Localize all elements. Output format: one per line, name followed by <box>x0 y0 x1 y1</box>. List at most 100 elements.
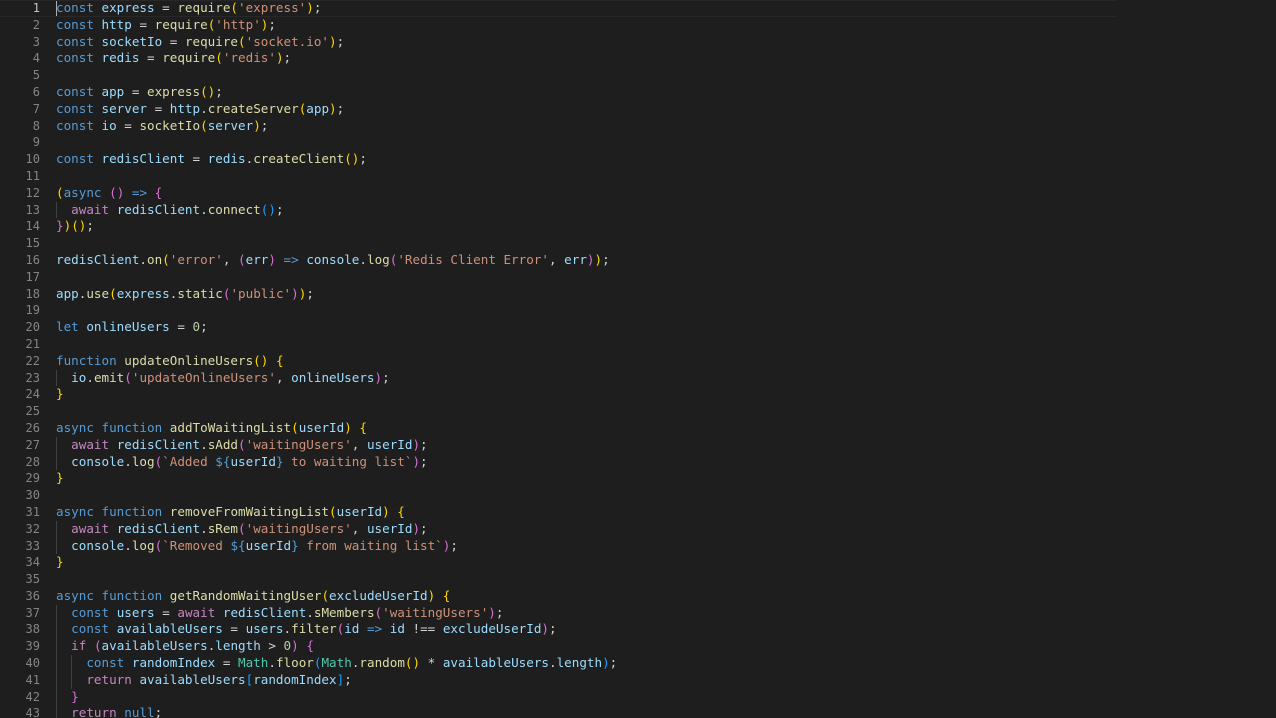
code-token: } <box>56 470 64 486</box>
code-line[interactable]: const express = require('express'); <box>56 0 617 17</box>
code-token: 0 <box>192 319 201 335</box>
code-token: , <box>222 251 239 267</box>
code-line[interactable]: const socketIo = require('socket.io'); <box>56 34 617 51</box>
code-line[interactable]: await redisClient.sAdd('waitingUsers', u… <box>56 436 617 454</box>
code-token: userId <box>366 520 413 536</box>
code-token: ; <box>336 33 345 49</box>
code-token: ${ <box>215 453 231 469</box>
line-number: 20 <box>25 320 40 335</box>
line-number: 5 <box>32 68 40 83</box>
code-line[interactable]: } <box>56 386 617 403</box>
code-token: excludeUserId <box>442 621 542 637</box>
code-line[interactable]: const redis = require('redis'); <box>56 50 617 67</box>
code-token: ; <box>359 151 367 167</box>
code-line[interactable]: async function addToWaitingList(userId) … <box>56 420 617 437</box>
code-token: { <box>154 184 163 200</box>
line-number-gutter[interactable]: 1 2 3 4 5 6 7 8 9 10 11 12 13 14 15 16 17 18 19 20 21 22 23 24 2… <box>0 0 40 718</box>
code-line[interactable]: } <box>56 688 617 706</box>
code-line[interactable]: const randomIndex = Math.floor(Math.rand… <box>56 655 617 672</box>
code-token: () <box>260 201 276 217</box>
code-line[interactable]: const server = http.createServer(app); <box>56 101 617 118</box>
code-line[interactable] <box>56 336 617 353</box>
code-line[interactable] <box>56 487 617 504</box>
code-line[interactable]: app.use(express.static('public')); <box>56 286 617 303</box>
code-line[interactable] <box>56 235 617 252</box>
code-token: ; <box>609 655 618 671</box>
code-line[interactable]: const app = express(); <box>56 84 617 101</box>
code-token: ) <box>344 419 352 435</box>
code-line[interactable] <box>56 571 617 588</box>
code-line[interactable]: if (availableUsers.length > 0) { <box>56 638 617 656</box>
code-token: `Added <box>162 453 216 469</box>
code-line[interactable]: const io = socketIo(server); <box>56 118 617 135</box>
code-area[interactable]: const express = require('express'); const… <box>56 0 617 718</box>
code-token: { <box>397 503 405 519</box>
code-token: { <box>359 419 367 435</box>
code-line[interactable]: async function getRandomWaitingUser(excl… <box>56 588 617 605</box>
code-line[interactable]: } <box>56 470 617 487</box>
code-line[interactable] <box>56 403 617 420</box>
code-line[interactable]: })(); <box>56 218 617 235</box>
code-token: } <box>56 218 64 234</box>
code-token: id <box>344 621 360 637</box>
code-token: ; <box>313 0 322 15</box>
code-line[interactable] <box>56 168 617 185</box>
code-line[interactable]: io.emit('updateOnlineUsers', onlineUsers… <box>56 369 617 387</box>
code-line[interactable]: return null; <box>56 705 617 718</box>
code-line[interactable]: const availableUsers = users.filter(id =… <box>56 621 617 639</box>
indent-guide <box>56 537 57 555</box>
code-line[interactable]: (async () => { <box>56 185 617 202</box>
code-token: ; <box>336 100 345 116</box>
code-line[interactable]: const http = require('http'); <box>56 17 617 34</box>
code-token: 'Redis Client Error' <box>397 251 549 267</box>
code-line[interactable]: const users = await redisClient.sMembers… <box>56 604 617 622</box>
code-token: = <box>222 621 246 637</box>
code-line[interactable] <box>56 269 617 286</box>
code-line[interactable]: await redisClient.connect(); <box>56 201 617 219</box>
code-token: ; <box>420 436 428 452</box>
code-editor[interactable]: 1 2 3 4 5 6 7 8 9 10 11 12 13 14 15 16 17 18 19 20 21 22 23 24 2… <box>0 0 1276 718</box>
code-line[interactable] <box>56 67 617 84</box>
code-line[interactable]: let onlineUsers = 0; <box>56 319 617 336</box>
code-token: 'redis' <box>222 50 276 66</box>
code-token: , <box>351 520 367 536</box>
code-line[interactable]: return availableUsers[randomIndex]; <box>56 671 617 689</box>
code-line[interactable]: await redisClient.sRem('waitingUsers', u… <box>56 520 617 538</box>
code-line[interactable]: function updateOnlineUsers() { <box>56 353 617 370</box>
code-line[interactable]: console.log(`Removed ${userId} from wait… <box>56 537 617 555</box>
code-line[interactable]: redisClient.on('error', (err) => console… <box>56 252 617 269</box>
line-number: 8 <box>32 118 40 133</box>
code-token: await <box>71 436 110 452</box>
line-number: 25 <box>25 404 40 419</box>
code-token: ; <box>450 537 458 553</box>
code-token: { <box>306 638 314 654</box>
line-number: 30 <box>25 488 40 503</box>
code-token: ) <box>253 117 261 133</box>
code-token: ; <box>283 50 292 66</box>
code-line[interactable]: console.log(`Added ${userId} to waiting … <box>56 453 617 471</box>
code-line[interactable]: } <box>56 554 617 571</box>
code-line[interactable] <box>56 134 617 151</box>
line-number: 39 <box>25 639 40 654</box>
code-token: ( <box>162 251 170 267</box>
line-number: 10 <box>25 152 40 167</box>
code-token: express <box>147 83 201 99</box>
code-token: . <box>124 537 132 553</box>
code-token: ( <box>230 0 239 15</box>
code-token: userId <box>230 453 276 469</box>
code-line[interactable]: const redisClient = redis.createClient()… <box>56 151 617 168</box>
code-line[interactable]: async function removeFromWaitingList(use… <box>56 504 617 521</box>
code-token: function <box>101 503 163 519</box>
code-token: ; <box>344 671 352 687</box>
code-line[interactable] <box>56 302 617 319</box>
code-token: ( <box>238 251 246 267</box>
code-token: const <box>56 0 94 15</box>
code-token: await <box>71 520 110 536</box>
